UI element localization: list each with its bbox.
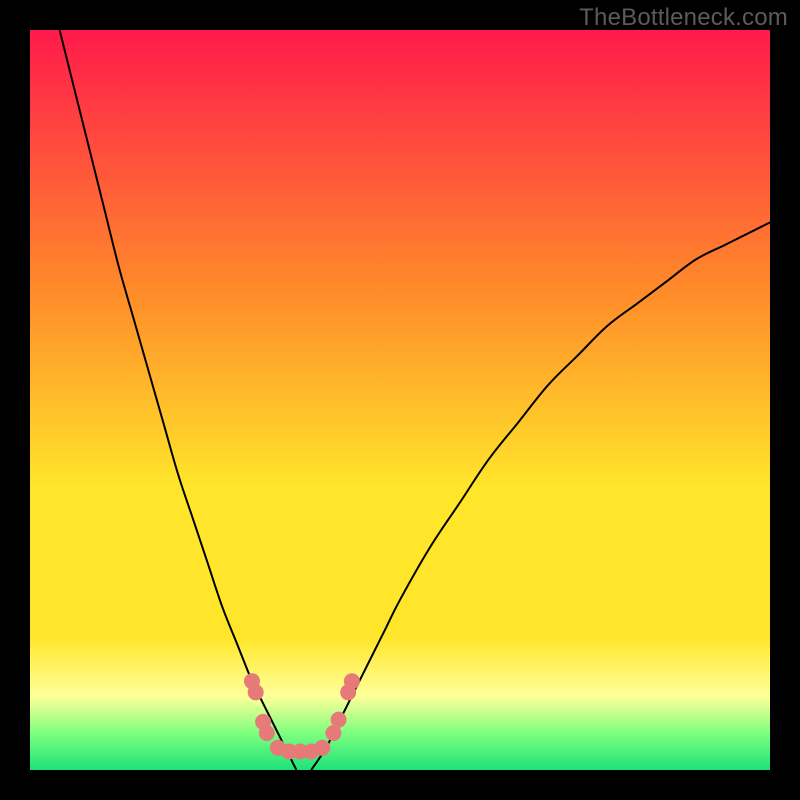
marker-point <box>314 740 330 756</box>
watermark-text: TheBottleneck.com <box>579 4 788 32</box>
frame: TheBottleneck.com <box>0 0 800 800</box>
marker-point <box>331 712 347 728</box>
marker-point <box>344 673 360 689</box>
marker-point <box>259 725 275 741</box>
gradient-background <box>30 30 770 770</box>
chart-svg <box>30 30 770 770</box>
marker-point <box>248 684 264 700</box>
plot-area <box>30 30 770 770</box>
